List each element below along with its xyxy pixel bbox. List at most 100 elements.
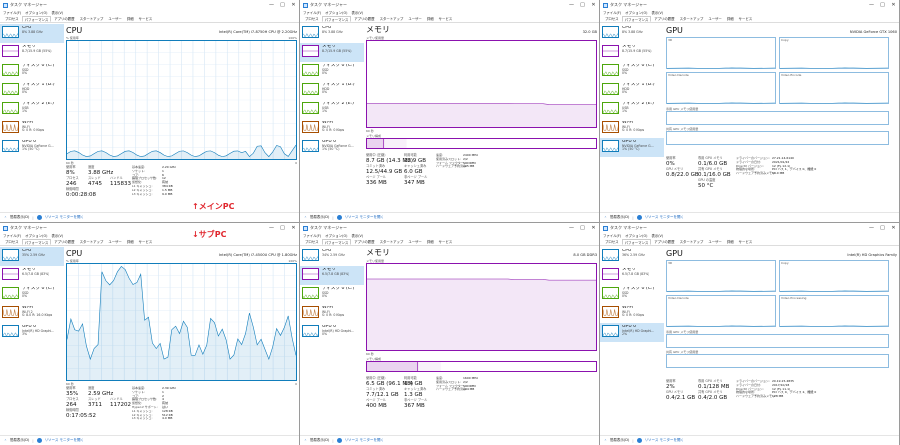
less-details-link[interactable]: 簡易表示(D) — [310, 438, 329, 443]
sidebar-item-wifi[interactable]: Wi-Fi Wi-Fi S: 0 R: 0 Kbps — [600, 119, 664, 138]
tab-2[interactable]: アプリの履歴 — [652, 16, 676, 22]
minimize-button[interactable]: — — [866, 0, 877, 10]
close-button[interactable]: ✕ — [888, 223, 899, 233]
tab-2[interactable]: アプリの履歴 — [52, 239, 76, 245]
tab-0[interactable]: プロセス — [303, 239, 321, 245]
tab-6[interactable]: サービス — [437, 16, 455, 22]
sidebar-item-disk[interactable]: ディスク 2 (E:) USB 1% — [0, 100, 64, 119]
sidebar-item-mem[interactable]: メモリ 8.7/15.9 GB (55%) — [300, 43, 364, 62]
tab-5[interactable]: 詳細 — [725, 239, 736, 245]
tab-5[interactable]: 詳細 — [425, 239, 436, 245]
sidebar-item-gpu[interactable]: GPU 0 Intel(R) HD Graphi... 3% — [0, 323, 64, 342]
resource-monitor-link[interactable]: リソース モニターを開く — [45, 215, 84, 220]
less-details-link[interactable]: 簡易表示(D) — [310, 215, 329, 220]
tab-0[interactable]: プロセス — [303, 16, 321, 22]
close-button[interactable]: ✕ — [888, 0, 899, 10]
sidebar-item-disk[interactable]: ディスク 1 (D:) HDD 0% — [600, 81, 664, 100]
minimize-button[interactable]: — — [266, 223, 277, 233]
sidebar-item-gpu[interactable]: GPU 0 NVIDIA GeForce G... 1% (50 °C) — [600, 138, 664, 157]
tab-6[interactable]: サービス — [737, 16, 755, 22]
resource-monitor-link[interactable]: リソース モニターを開く — [45, 438, 84, 443]
tab-5[interactable]: 詳細 — [125, 16, 136, 22]
tab-1[interactable]: パフォーマンス — [621, 16, 652, 22]
sidebar-item-disk[interactable]: ディスク 0 (C:) SSD 0% — [600, 62, 664, 81]
sidebar-item-gpu[interactable]: GPU 0 NVIDIA GeForce G... 1% (50 °C) — [0, 138, 64, 157]
sidebar-item-mem[interactable]: メモリ 6.5/7.8 GB (83%) — [600, 266, 664, 285]
minimize-button[interactable]: — — [866, 223, 877, 233]
tab-2[interactable]: アプリの履歴 — [52, 16, 76, 22]
tab-4[interactable]: ユーザー — [106, 16, 124, 22]
sidebar-item-cpu[interactable]: CPU 8% 3.88 GHz — [0, 24, 64, 43]
sidebar-item-mem[interactable]: メモリ 6.5/7.8 GB (83%) — [0, 266, 64, 285]
maximize-button[interactable]: □ — [277, 223, 288, 233]
maximize-button[interactable]: □ — [877, 0, 888, 10]
tab-3[interactable]: スタートアップ — [378, 16, 406, 22]
sidebar-item-wifi[interactable]: Wi-Fi Wi-Fi S: 0 R: 0 Kbps — [0, 119, 64, 138]
tab-1[interactable]: パフォーマンス — [621, 239, 652, 245]
less-details-icon[interactable]: ⌃ — [604, 439, 607, 443]
tab-0[interactable]: プロセス — [3, 16, 21, 22]
sidebar-item-disk[interactable]: ディスク 0 (C:) SSD 0% — [300, 285, 364, 304]
sidebar-item-mem[interactable]: メモリ 8.7/15.9 GB (55%) — [600, 43, 664, 62]
maximize-button[interactable]: □ — [577, 0, 588, 10]
tab-6[interactable]: サービス — [437, 239, 455, 245]
sidebar-item-disk[interactable]: ディスク 2 (E:) USB 1% — [600, 100, 664, 119]
tab-0[interactable]: プロセス — [603, 16, 621, 22]
tab-1[interactable]: パフォーマンス — [21, 239, 52, 245]
tab-3[interactable]: スタートアップ — [78, 16, 106, 22]
close-button[interactable]: ✕ — [588, 223, 599, 233]
less-details-icon[interactable]: ⌃ — [304, 439, 307, 443]
sidebar-item-disk[interactable]: ディスク 0 (C:) SSD 0% — [0, 285, 64, 304]
resource-monitor-link[interactable]: リソース モニターを開く — [645, 215, 684, 220]
less-details-icon[interactable]: ⌃ — [4, 439, 7, 443]
sidebar-item-cpu[interactable]: CPU 35% 2.59 GHz — [0, 247, 64, 266]
maximize-button[interactable]: □ — [877, 223, 888, 233]
tab-4[interactable]: ユーザー — [406, 16, 424, 22]
tab-1[interactable]: パフォーマンス — [321, 16, 352, 22]
sidebar-item-mem[interactable]: メモリ 6.5/7.8 GB (83%) — [300, 266, 364, 285]
less-details-link[interactable]: 簡易表示(D) — [10, 438, 29, 443]
tab-2[interactable]: アプリの履歴 — [352, 16, 376, 22]
tab-0[interactable]: プロセス — [3, 239, 21, 245]
resource-monitor-link[interactable]: リソース モニターを開く — [345, 215, 384, 220]
sidebar-item-disk[interactable]: ディスク 0 (C:) SSD 0% — [600, 285, 664, 304]
sidebar-item-wifi[interactable]: Wi-Fi Wi-Fi 2 S: 8.0 R: 16.0 Kbps — [0, 304, 64, 323]
maximize-button[interactable]: □ — [277, 0, 288, 10]
sidebar-item-disk[interactable]: ディスク 0 (C:) SSD 0% — [0, 62, 64, 81]
sidebar-item-gpu[interactable]: GPU 0 Intel(R) HD Graphi... 2% — [600, 323, 664, 342]
tab-4[interactable]: ユーザー — [106, 239, 124, 245]
sidebar-item-gpu[interactable]: GPU 0 Intel(R) HD Graphi... 0% — [300, 323, 364, 342]
resource-monitor-link[interactable]: リソース モニターを開く — [345, 438, 384, 443]
tab-6[interactable]: サービス — [137, 239, 155, 245]
maximize-button[interactable]: □ — [577, 223, 588, 233]
sidebar-item-cpu[interactable]: CPU 36% 2.59 GHz — [600, 247, 664, 266]
sidebar-item-wifi[interactable]: Wi-Fi Wi-Fi S: 0 R: 0 Kbps — [600, 304, 664, 323]
minimize-button[interactable]: — — [266, 0, 277, 10]
tab-4[interactable]: ユーザー — [706, 239, 724, 245]
tab-5[interactable]: 詳細 — [125, 239, 136, 245]
resource-monitor-link[interactable]: リソース モニターを開く — [645, 438, 684, 443]
tab-3[interactable]: スタートアップ — [378, 239, 406, 245]
sidebar-item-wifi[interactable]: Wi-Fi Wi-Fi S: 0 R: 0 Kbps — [300, 119, 364, 138]
tab-5[interactable]: 詳細 — [725, 16, 736, 22]
close-button[interactable]: ✕ — [288, 223, 299, 233]
less-details-icon[interactable]: ⌃ — [304, 216, 307, 220]
sidebar-item-mem[interactable]: メモリ 8.7/15.9 GB (55%) — [0, 43, 64, 62]
sidebar-item-gpu[interactable]: GPU 0 NVIDIA GeForce G... 1% (50 °C) — [300, 138, 364, 157]
less-details-icon[interactable]: ⌃ — [604, 216, 607, 220]
tab-3[interactable]: スタートアップ — [78, 239, 106, 245]
less-details-link[interactable]: 簡易表示(D) — [610, 215, 629, 220]
minimize-button[interactable]: — — [566, 0, 577, 10]
tab-1[interactable]: パフォーマンス — [21, 16, 52, 22]
sidebar-item-wifi[interactable]: Wi-Fi Wi-Fi S: 0 R: 0 Kbps — [300, 304, 364, 323]
less-details-link[interactable]: 簡易表示(D) — [10, 215, 29, 220]
tab-3[interactable]: スタートアップ — [678, 239, 706, 245]
tab-6[interactable]: サービス — [137, 16, 155, 22]
tab-0[interactable]: プロセス — [603, 239, 621, 245]
sidebar-item-cpu[interactable]: CPU 8% 3.88 GHz — [300, 24, 364, 43]
tab-4[interactable]: ユーザー — [406, 239, 424, 245]
tab-2[interactable]: アプリの履歴 — [352, 239, 376, 245]
close-button[interactable]: ✕ — [588, 0, 599, 10]
tab-5[interactable]: 詳細 — [425, 16, 436, 22]
less-details-icon[interactable]: ⌃ — [4, 216, 7, 220]
